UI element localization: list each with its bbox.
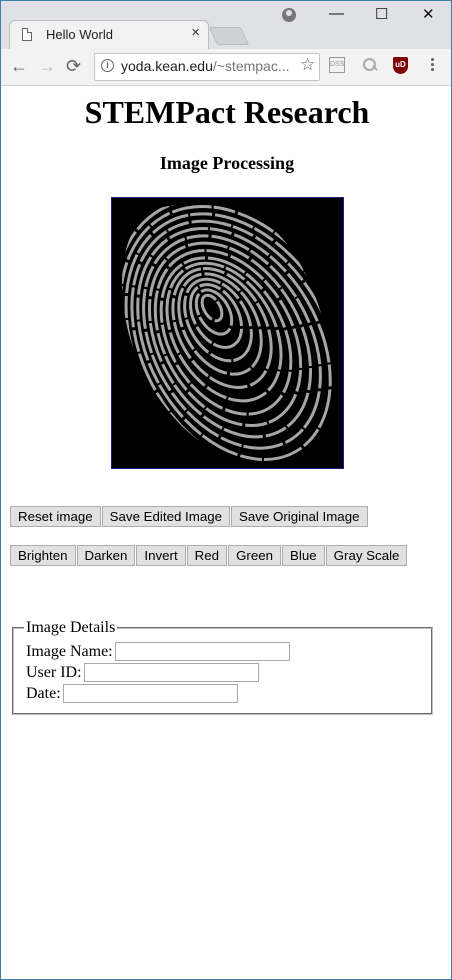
fingerprint-graphic [112, 198, 343, 468]
gray-scale-button[interactable]: Gray Scale [325, 545, 408, 566]
close-window-button[interactable]: ✕ [422, 5, 435, 23]
darken-button[interactable]: Darken [76, 545, 136, 566]
user-id-label: User ID: [26, 663, 82, 681]
reload-icon[interactable]: ⟳ [66, 56, 81, 77]
url-path: /~stempac... [212, 58, 290, 74]
user-id-row: User ID: [26, 662, 431, 683]
back-icon[interactable]: ← [10, 56, 28, 77]
info-icon[interactable]: i [101, 59, 114, 72]
image-name-label: Image Name: [26, 642, 113, 660]
green-button[interactable]: Green [228, 545, 282, 566]
save-original-image-button[interactable]: Save Original Image [231, 506, 368, 527]
new-tab-button[interactable] [208, 27, 250, 45]
brighten-button[interactable]: Brighten [10, 545, 76, 566]
date-input[interactable] [62, 684, 238, 703]
url-host: yoda.kean.edu [121, 58, 213, 74]
red-button[interactable]: Red [186, 545, 228, 566]
minimize-button[interactable]: — [329, 5, 344, 22]
file-actions-row: Reset image Save Edited Image Save Origi… [10, 506, 369, 527]
fingerprint-image [111, 197, 344, 469]
user-id-input[interactable] [83, 663, 259, 682]
browser-toolbar: ← → ⟳ i yoda.kean.edu/~stempac... ☆ DSS … [1, 49, 451, 86]
image-details-fieldset: Image Details Image Name: User ID: Date: [12, 619, 433, 715]
image-name-row: Image Name: [26, 641, 431, 662]
save-edited-image-button[interactable]: Save Edited Image [101, 506, 231, 527]
page-icon [22, 28, 32, 41]
tab-title: Hello World [46, 27, 113, 42]
forward-icon[interactable]: → [38, 56, 56, 77]
date-row: Date: [26, 683, 431, 704]
page-subtitle: Image Processing [159, 153, 295, 173]
ublock-extension-icon[interactable]: uD [393, 57, 408, 74]
page-title: STEMPact Research [84, 94, 370, 130]
invert-button[interactable]: Invert [136, 545, 186, 566]
browser-menu-icon[interactable] [431, 58, 434, 73]
title-bar: Hello World × — ☐ ✕ [1, 1, 451, 50]
dss-extension-icon[interactable]: DSS [329, 57, 345, 73]
filter-actions-row: Brighten Darken Invert Red Green Blue Gr… [10, 545, 408, 566]
search-extension-icon[interactable] [361, 57, 377, 73]
reset-image-button[interactable]: Reset image [10, 506, 101, 527]
image-name-input[interactable] [114, 642, 290, 661]
blue-button[interactable]: Blue [282, 545, 325, 566]
url-text: yoda.kean.edu/~stempac... [121, 58, 290, 74]
browser-window: Hello World × — ☐ ✕ ← → ⟳ i yoda.kean.ed… [0, 0, 452, 980]
address-bar[interactable]: i yoda.kean.edu/~stempac... ☆ [94, 53, 320, 81]
bookmark-star-icon[interactable]: ☆ [300, 55, 315, 75]
tab-close-icon[interactable]: × [191, 24, 200, 41]
browser-tab[interactable]: Hello World × [9, 20, 209, 50]
page-content: STEMPact Research Image Processing Reset… [1, 86, 451, 979]
date-label: Date: [26, 684, 61, 702]
image-details-legend: Image Details [26, 619, 116, 636]
maximize-button[interactable]: ☐ [375, 5, 388, 23]
profile-icon[interactable] [282, 8, 296, 22]
